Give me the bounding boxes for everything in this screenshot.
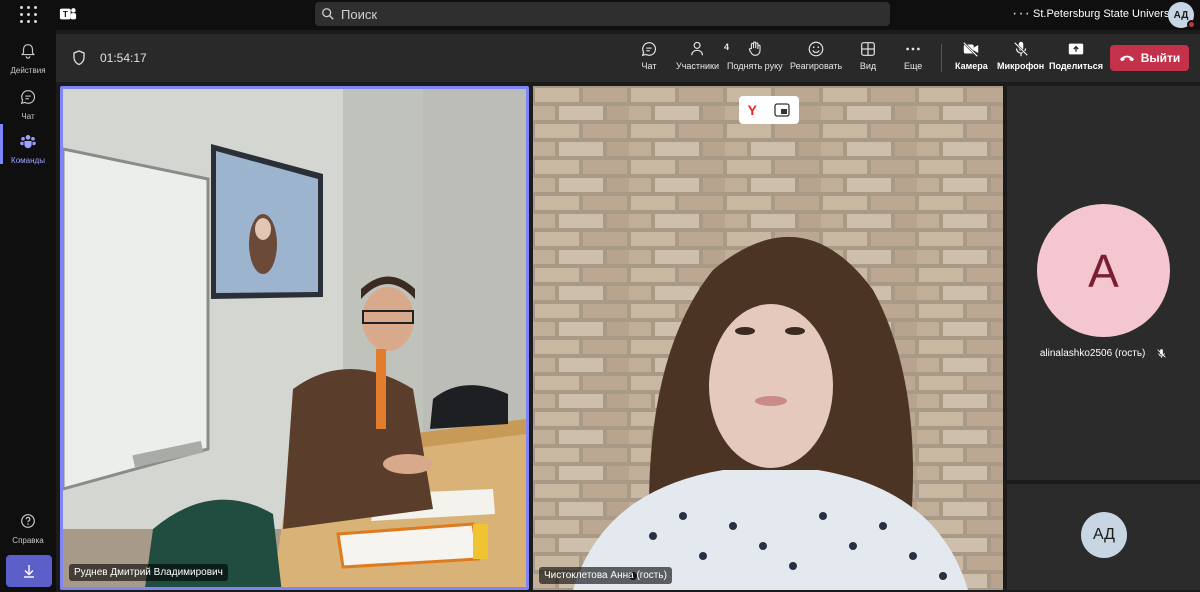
react-button[interactable]: Реагировать <box>790 40 842 71</box>
org-name: St.Petersburg State University <box>1033 8 1181 20</box>
participant-avatar-letter: A <box>1088 244 1119 297</box>
video-tile-audio-participant[interactable]: A alinalashko2506 (гость) <box>1007 86 1200 480</box>
mic-label: Микрофон <box>997 61 1045 71</box>
camera-toggle[interactable]: Камера <box>955 40 988 71</box>
guest-video-feed <box>533 86 1003 590</box>
self-avatar: АД <box>1081 512 1127 558</box>
chat-button[interactable]: Чат <box>640 40 658 71</box>
rail-item-help[interactable]: Справка <box>0 508 56 548</box>
more-button[interactable]: Еще <box>904 40 922 71</box>
mic-off-icon <box>1013 41 1028 57</box>
help-icon <box>21 514 35 528</box>
picture-in-picture-icon[interactable] <box>774 103 790 117</box>
people-icon <box>690 41 703 56</box>
settings-more-button[interactable]: ··· <box>1012 5 1031 23</box>
camera-label: Камера <box>955 61 988 71</box>
video-tile-guest[interactable]: Y Чистоклетова Анна (гость) <box>533 86 1003 590</box>
app-rail: Действия Чат Команды Справка <box>0 30 56 592</box>
camera-off-icon <box>963 41 979 57</box>
presence-badge <box>1187 20 1196 29</box>
participant-name: alinalashko2506 (гость) <box>1039 348 1146 360</box>
rail-label-chat: Чат <box>21 112 35 121</box>
participant-name-tag: Руднев Дмитрий Владимирович <box>69 564 228 581</box>
chat-icon <box>20 90 36 105</box>
more-label: Еще <box>904 61 923 71</box>
yandex-logo-icon: Y <box>747 102 757 118</box>
teams-icon <box>20 135 36 149</box>
leave-button[interactable]: Выйти <box>1110 45 1189 71</box>
raise-hand-label: Поднять руку <box>727 61 783 71</box>
hangup-icon <box>1119 55 1134 62</box>
leave-label: Выйти <box>1140 51 1181 65</box>
rail-item-activity[interactable]: Действия <box>0 38 56 78</box>
view-label: Вид <box>859 61 877 71</box>
more-dots-icon <box>906 47 920 51</box>
rail-item-teams[interactable]: Команды <box>0 128 56 168</box>
chat-label: Чат <box>641 61 657 71</box>
presenter-video-feed <box>63 89 526 587</box>
search-placeholder: Поиск <box>341 6 378 22</box>
layout-grid-icon <box>861 42 875 56</box>
participant-name-tag: Чистоклетова Анна (гость) <box>539 567 672 584</box>
self-initials: АД <box>1092 526 1116 543</box>
mic-off-icon <box>1157 349 1166 358</box>
teams-logo-icon: T <box>59 8 77 20</box>
react-label: Реагировать <box>790 61 843 71</box>
share-button[interactable]: Поделиться <box>1049 40 1103 71</box>
share-screen-icon <box>1068 43 1084 55</box>
meeting-timer: 01:54:17 <box>100 51 147 65</box>
rail-label-help: Справка <box>12 536 44 545</box>
mic-toggle[interactable]: Микрофон <box>997 40 1044 71</box>
download-app-button[interactable] <box>6 555 52 587</box>
rail-label-activity: Действия <box>10 66 46 75</box>
browser-overlay-toolbar[interactable]: Y <box>739 96 799 124</box>
shield-icon[interactable] <box>72 50 86 66</box>
video-tile-presenter[interactable]: Руднев Дмитрий Владимирович <box>60 86 529 590</box>
participants-label: Участники <box>676 61 719 71</box>
toolbar-divider <box>941 44 942 72</box>
search-input[interactable]: Поиск <box>315 2 890 26</box>
smiley-icon <box>808 41 824 57</box>
search-icon <box>322 8 334 20</box>
share-label: Поделиться <box>1049 61 1104 71</box>
participants-button[interactable]: 4 Участники <box>676 40 729 71</box>
download-icon <box>24 565 34 578</box>
bell-icon <box>20 44 36 59</box>
self-view-tile[interactable]: АД <box>1007 484 1200 590</box>
participant-name-row: alinalashko2506 (гость) <box>1007 348 1200 359</box>
hand-icon <box>748 41 761 56</box>
meeting-toolbar: 01:54:17 Чат 4 Участники Поднять руку Ре… <box>56 34 1200 82</box>
title-bar: T Поиск ··· St.Petersburg State Universi… <box>0 0 1200 30</box>
user-avatar[interactable]: АД <box>1168 2 1196 29</box>
chat-icon <box>641 42 657 57</box>
user-initials: АД <box>1173 9 1189 21</box>
app-launcher-icon[interactable] <box>20 6 38 24</box>
rail-item-chat[interactable]: Чат <box>0 84 56 124</box>
rail-label-teams: Команды <box>11 156 45 165</box>
participant-avatar: A <box>1037 204 1170 337</box>
view-button[interactable]: Вид <box>859 40 877 71</box>
raise-hand-button[interactable]: Поднять руку <box>727 40 783 71</box>
svg-text:T: T <box>63 10 68 19</box>
